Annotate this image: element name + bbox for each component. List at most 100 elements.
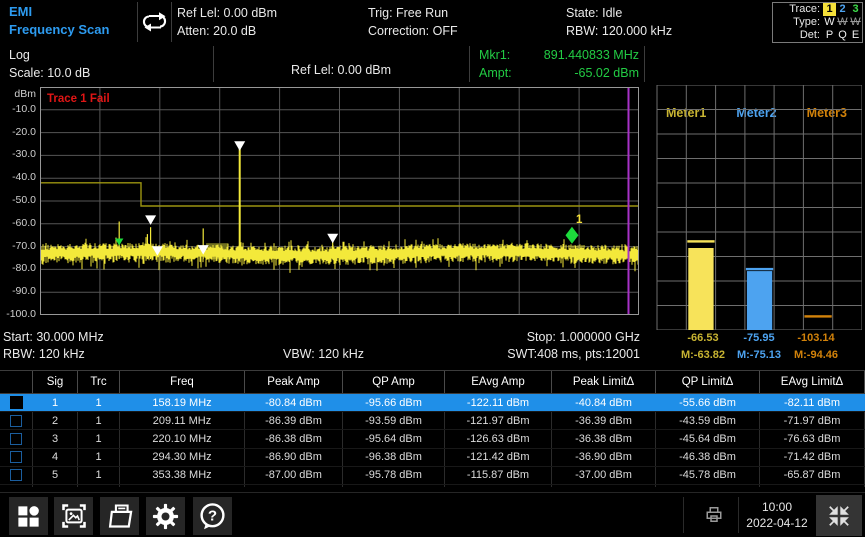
checkbox-cell: [0, 485, 33, 487]
table-cell: -121.42 dBm: [445, 449, 552, 466]
scale-marker-bar: Log Scale: 10.0 dB Ref Lel: 0.00 dBm Mkr…: [0, 44, 865, 84]
table-cell: -95.64 dBm: [343, 430, 445, 447]
table-row[interactable]: 61504.04 MHz-88.04 dBm-96.20 dBm-121.66 …: [0, 485, 865, 487]
marker1-ampt-value: -65.02 dBm: [574, 64, 639, 82]
table-cell: 158.19 MHz: [120, 394, 245, 411]
axis-tick-label: -90.0: [0, 285, 36, 297]
divider: [644, 46, 645, 82]
row-checkbox[interactable]: [10, 451, 22, 463]
legend-label: Trace:: [789, 3, 820, 16]
settings-button[interactable]: [146, 497, 185, 535]
table-header-cell: Peak Amp: [245, 371, 343, 393]
table-cell: -86.39 dBm: [245, 412, 343, 429]
date-readout: 2022-04-12: [742, 515, 812, 531]
axis-tick-label: -40.0: [0, 171, 36, 183]
scale-readout: Scale: 10.0 dB: [9, 64, 90, 82]
collapse-toolbar-button[interactable]: [816, 495, 862, 536]
table-row[interactable]: 21209.11 MHz-86.39 dBm-93.59 dBm-121.97 …: [0, 412, 865, 430]
svg-text:1: 1: [576, 214, 583, 226]
table-cell: 1: [78, 485, 120, 487]
trig-readout: Trig: Free Run: [368, 4, 458, 22]
state-readout: State: Idle: [566, 4, 672, 22]
trace1-detector: P: [823, 29, 836, 42]
trace1-selector[interactable]: 1: [823, 3, 836, 16]
ref-atten-readout: Ref Lel: 0.00 dBm Atten: 20.0 dB: [177, 4, 277, 40]
spectrum-plot: 1Trace 1 Fail: [40, 87, 639, 315]
table-cell: 1: [78, 430, 120, 447]
meter1-value: -66.53: [671, 332, 735, 344]
row-checkbox[interactable]: [10, 469, 22, 481]
table-cell: -46.38 dBm: [656, 449, 760, 466]
table-cell: -71.66 dBm: [760, 485, 865, 487]
table-header-cell: EAvg Amp: [445, 371, 552, 393]
table-cell: -80.84 dBm: [245, 394, 343, 411]
table-cell: -115.87 dBm: [445, 467, 552, 484]
state-rbw-readout: State: Idle RBW: 120.000 kHz: [566, 4, 672, 40]
table-cell: -96.20 dBm: [343, 485, 445, 487]
table-row[interactable]: 11158.19 MHz-80.84 dBm-95.66 dBm-122.11 …: [0, 394, 865, 412]
table-cell: 1: [78, 394, 120, 411]
top-status-bar: EMI Frequency Scan Ref Lel: 0.00 dBm Att…: [0, 0, 865, 45]
table-cell: 504.04 MHz: [120, 485, 245, 487]
table-cell: -55.66 dBm: [656, 394, 760, 411]
atten-readout: Atten: 20.0 dB: [177, 22, 277, 40]
home-menu-button[interactable]: [9, 497, 48, 535]
trace3-detector: E: [849, 29, 862, 42]
rbw-readout: RBW: 120.000 kHz: [566, 22, 672, 40]
signal-table: SigTrcFreqPeak AmpQP AmpEAvg AmpPeak Lim…: [0, 370, 865, 487]
trace2-selector[interactable]: 2: [836, 3, 849, 16]
row-checkbox[interactable]: [10, 433, 22, 445]
table-cell: -45.78 dBm: [656, 467, 760, 484]
table-row[interactable]: 31220.10 MHz-86.38 dBm-95.64 dBm-126.63 …: [0, 430, 865, 448]
table-cell: 4: [33, 449, 78, 466]
screenshot-icon: [60, 502, 88, 530]
table-cell: 220.10 MHz: [120, 430, 245, 447]
sweep-time-readout: SWT:408 ms, pts:12001: [440, 347, 640, 361]
save-file-button[interactable]: [100, 497, 139, 535]
marker1-ampt-label: Ampt:: [479, 64, 512, 82]
table-cell: -76.63 dBm: [760, 430, 865, 447]
checkbox-cell: [0, 412, 33, 429]
meter2-value: -75.95: [727, 332, 791, 344]
table-cell: -36.38 dBm: [552, 430, 656, 447]
row-checkbox[interactable]: [10, 415, 22, 427]
trace-legend-row-type: Type: W W W: [773, 16, 862, 29]
table-header-cell: Peak LimitΔ: [552, 371, 656, 393]
table-cell: 2: [33, 412, 78, 429]
table-cell: -121.66 dBm: [445, 485, 552, 487]
trace2-detector: Q: [836, 29, 849, 42]
table-header-cell: QP Amp: [343, 371, 445, 393]
table-header-cell: [0, 371, 33, 393]
table-cell: -93.59 dBm: [343, 412, 445, 429]
table-cell: 6: [33, 485, 78, 487]
table-header-cell: Sig: [33, 371, 78, 393]
continuous-sweep-icon[interactable]: [141, 10, 169, 39]
table-cell: -71.97 dBm: [760, 412, 865, 429]
table-cell: -87.00 dBm: [245, 467, 343, 484]
table-cell: -71.42 dBm: [760, 449, 865, 466]
signal-table-header: SigTrcFreqPeak AmpQP AmpEAvg AmpPeak Lim…: [0, 370, 865, 394]
marker1-readout: Mkr1: 891.440833 MHz Ampt: -65.02 dBm: [479, 46, 639, 82]
signal-table-body: 11158.19 MHz-80.84 dBm-95.66 dBm-122.11 …: [0, 394, 865, 487]
table-header-cell: Freq: [120, 371, 245, 393]
divider: [683, 497, 684, 533]
axis-tick-label: -80.0: [0, 262, 36, 274]
table-cell: -96.38 dBm: [343, 449, 445, 466]
trace2-type: W: [836, 16, 849, 29]
trace-legend[interactable]: Trace: 1 2 3 Type: W W W Det: P Q E: [772, 2, 863, 43]
trace3-selector[interactable]: 3: [849, 3, 862, 16]
divider: [469, 46, 470, 82]
table-header-cell: Trc: [78, 371, 120, 393]
table-row[interactable]: 51353.38 MHz-87.00 dBm-95.78 dBm-115.87 …: [0, 467, 865, 485]
emi-analyzer-screen: EMI Frequency Scan Ref Lel: 0.00 dBm Att…: [0, 0, 865, 537]
help-button[interactable]: ?: [193, 497, 232, 535]
divider: [738, 497, 739, 533]
screenshot-button[interactable]: [54, 497, 93, 535]
table-cell: -82.11 dBm: [760, 394, 865, 411]
axis-tick-label: -20.0: [0, 126, 36, 138]
table-cell: 3: [33, 430, 78, 447]
app-title: EMI Frequency Scan: [9, 3, 109, 39]
row-checkbox[interactable]: [10, 396, 23, 409]
table-row[interactable]: 41294.30 MHz-86.90 dBm-96.38 dBm-121.42 …: [0, 449, 865, 467]
log-label: Log: [9, 46, 90, 64]
